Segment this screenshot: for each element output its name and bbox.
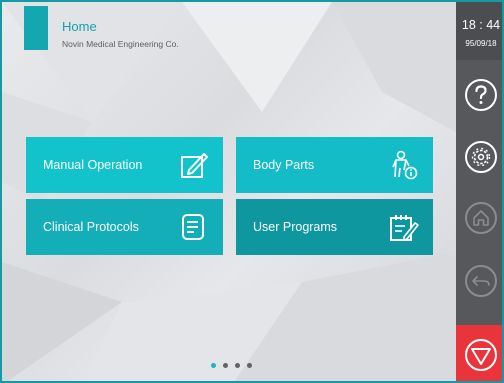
help-icon[interactable]	[464, 78, 498, 112]
body-info-icon	[392, 150, 418, 180]
notepad-edit-icon	[390, 215, 419, 241]
back-icon[interactable]	[464, 264, 498, 298]
home-icon[interactable]	[464, 201, 498, 235]
tile-clinical-protocols[interactable]: Clinical Protocols	[26, 199, 223, 255]
tile-label: Manual Operation	[43, 158, 143, 172]
tile-label: User Programs	[253, 220, 338, 234]
status-area: 18 : 44 95/09/18	[456, 2, 502, 60]
page-indicator	[211, 363, 252, 368]
notes-list-icon	[182, 214, 204, 240]
tile-label: Body Parts	[253, 158, 315, 172]
settings-icon[interactable]	[464, 140, 498, 174]
tile-label: Clinical Protocols	[43, 220, 139, 234]
edit-document-icon	[181, 153, 208, 178]
page-title: Home	[62, 19, 97, 34]
tile-user-programs[interactable]: User Programs	[236, 199, 433, 255]
header-accent-bar	[24, 6, 48, 50]
page-dot[interactable]	[211, 363, 216, 368]
clock-date: 95/09/18	[465, 39, 497, 48]
tile-manual-operation[interactable]: Manual Operation	[26, 137, 223, 193]
stop-icon	[465, 339, 497, 371]
app-window: Home Novin Medical Engineering Co. Manua…	[0, 0, 504, 383]
tile-body-parts[interactable]: Body Parts	[236, 137, 433, 193]
page-dot[interactable]	[223, 363, 228, 368]
main-panel: Home Novin Medical Engineering Co. Manua…	[2, 2, 456, 381]
page-dot[interactable]	[235, 363, 240, 368]
emergency-stop-button[interactable]	[456, 325, 502, 381]
company-name: Novin Medical Engineering Co.	[62, 39, 179, 49]
clock-time: 18 : 44	[461, 18, 501, 32]
page-dot[interactable]	[247, 363, 252, 368]
